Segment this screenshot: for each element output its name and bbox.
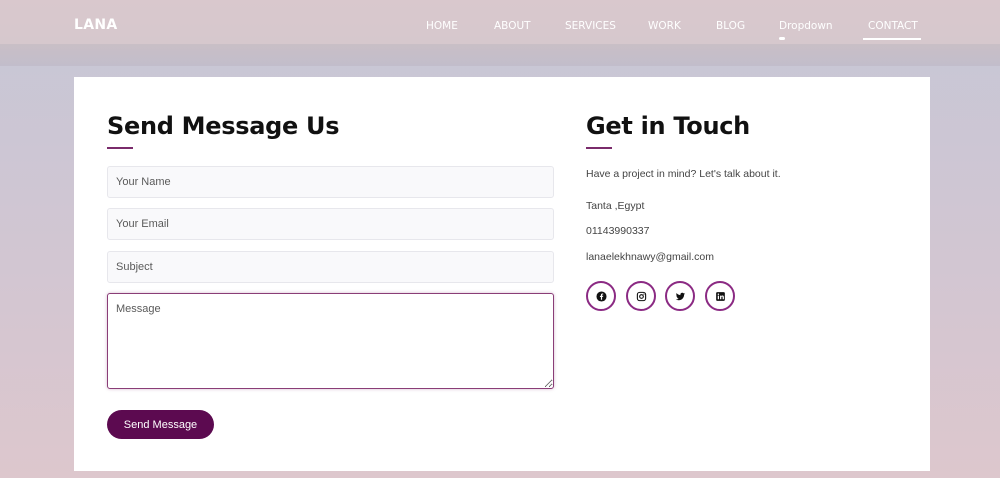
subject-input[interactable] <box>107 251 554 283</box>
linkedin-link[interactable] <box>705 281 735 311</box>
main-nav: HOME ABOUT SERVICES WORK BLOG Dropdown C… <box>0 20 1000 44</box>
facebook-link[interactable] <box>586 281 616 311</box>
form-title-underline <box>107 147 133 149</box>
contact-email: lanaelekhnawy@gmail.com <box>586 251 714 263</box>
contact-title-underline <box>586 147 612 149</box>
linkedin-icon <box>715 291 725 301</box>
nav-about[interactable]: ABOUT <box>494 20 531 32</box>
facebook-icon <box>595 290 607 302</box>
instagram-icon <box>636 291 646 301</box>
name-input[interactable] <box>107 166 554 198</box>
instagram-link[interactable] <box>626 281 656 311</box>
nav-dropdown[interactable]: Dropdown <box>779 20 833 40</box>
nav-services[interactable]: SERVICES <box>565 20 616 32</box>
send-message-button[interactable]: Send Message <box>107 410 214 439</box>
message-textarea[interactable] <box>107 293 554 389</box>
navbar-shadow <box>0 44 1000 66</box>
form-title: Send Message Us <box>107 112 340 140</box>
contact-phone: 01143990337 <box>586 225 650 237</box>
twitter-link[interactable] <box>665 281 695 311</box>
nav-home[interactable]: HOME <box>426 20 458 32</box>
contact-intro: Have a project in mind? Let's talk about… <box>586 168 781 180</box>
email-input[interactable] <box>107 208 554 240</box>
contact-title: Get in Touch <box>586 112 750 140</box>
top-navbar: LANA HOME ABOUT SERVICES WORK BLOG Dropd… <box>0 0 1000 66</box>
nav-blog[interactable]: BLOG <box>716 20 745 32</box>
twitter-icon <box>675 292 685 300</box>
nav-work[interactable]: WORK <box>648 20 681 32</box>
contact-card: Send Message Us Send Message Get in Touc… <box>74 77 930 471</box>
contact-location: Tanta ,Egypt <box>586 200 645 212</box>
nav-contact[interactable]: CONTACT <box>863 20 921 40</box>
